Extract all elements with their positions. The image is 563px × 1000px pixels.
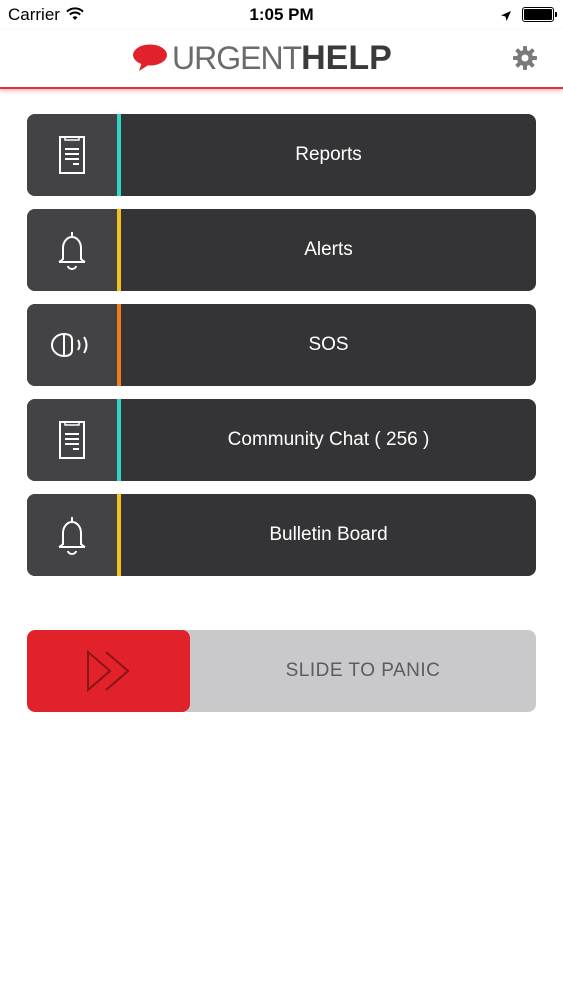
clock: 1:05 PM [249,5,314,24]
menu-item-label: Reports [295,144,362,165]
fast-forward-icon [86,649,130,693]
app-header: URGENT HELP [0,30,563,89]
menu-item-alerts[interactable]: Alerts [27,209,536,291]
sos-broadcast-icon [51,333,88,357]
logo-text-help: HELP [301,38,392,77]
document-icon [59,421,85,459]
gear-icon[interactable] [512,45,538,71]
menu-item-label: SOS [308,334,349,355]
panic-slider-handle[interactable] [27,630,190,712]
menu-item-bulletin-board[interactable]: Bulletin Board [27,494,536,576]
app-logo: URGENT HELP [132,38,392,77]
menu-item-label: Alerts [304,239,353,260]
menu-item-label: Community Chat ( 256 ) [227,429,430,450]
panic-slider-label: SLIDE TO PANIC [285,660,441,681]
menu-item-label: Bulletin Board [269,524,388,545]
status-bar: Carrier 1:05 PM [0,0,563,30]
menu-item-sos[interactable]: SOS [27,304,536,386]
battery-icon [522,7,557,22]
document-icon [59,136,85,174]
bell-icon [58,232,86,270]
menu-item-reports[interactable]: Reports [27,114,536,196]
bell-icon [58,517,86,555]
logo-text-urgent: URGENT [172,39,302,76]
speech-bubble-icon [133,44,167,71]
panic-slider[interactable]: SLIDE TO PANIC [27,630,536,712]
location-arrow-icon [500,7,512,27]
menu-item-community-chat[interactable]: Community Chat ( 256 ) [27,399,536,481]
